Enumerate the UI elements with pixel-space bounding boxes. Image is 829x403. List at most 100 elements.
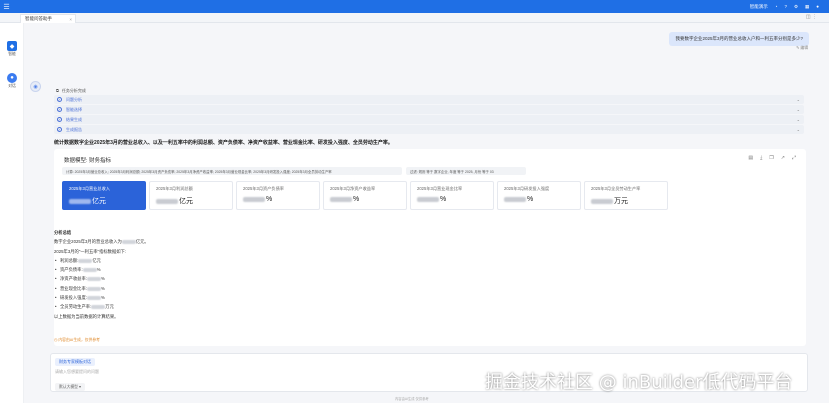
list-item: 营业现金比率:% (54, 284, 254, 294)
step-label: 结果生成 (66, 116, 82, 122)
bot-avatar-icon: ◉ (30, 81, 41, 92)
kpi-card[interactable]: 2025年3月利润总额亿元 (149, 181, 233, 210)
kpi-label: 2025年3月研发投入强度 (504, 186, 550, 191)
kpi-card[interactable]: 2025年3月资产负债率% (236, 181, 320, 210)
more-icon[interactable]: ⋮ (812, 14, 817, 20)
sidebar-item-label: 智能 (8, 52, 16, 56)
chevron-down-icon: ⌄ (796, 127, 800, 132)
analysis-line: 数字企业2025年3月的营业总收入为 亿元。 (54, 237, 254, 246)
metric-label: 营业现金比率: (60, 285, 87, 291)
check-icon: ✓ (57, 97, 62, 102)
ai-notice: ◷ 内容由AI生成，仅供参考 (54, 338, 100, 342)
kpi-card[interactable]: 2025年3月研发投入强度% (497, 181, 581, 210)
tab-label: 智能问答助手 (25, 16, 52, 21)
sidebar-item-brand[interactable]: ◆ 智能 (3, 41, 21, 57)
bell-icon[interactable]: ◔ (775, 4, 778, 9)
sidebar-item-chat[interactable]: ● 对话 (3, 73, 21, 89)
step-label: 生成报告 (66, 126, 82, 132)
sidebar: ◆ 智能 ● 对话 (0, 23, 24, 403)
pin-icon[interactable]: ◫ (806, 14, 811, 20)
tab-assistant[interactable]: 智能问答助手 × (20, 14, 76, 23)
card-toolbar: ▤ ⤓ ❐ ↗ ⤢ (748, 155, 796, 161)
kpi-value: % (243, 196, 313, 203)
kpi-unit: 亿元 (179, 198, 193, 205)
expand-icon[interactable]: ⤢ (792, 155, 796, 161)
kpi-value: % (417, 196, 487, 203)
kpi-card[interactable]: 2025年3月营业现金比率% (410, 181, 494, 210)
steps-header[interactable]: ⧉ 任务分析完成 (54, 86, 804, 95)
kpi-unit: 万元 (614, 198, 628, 205)
kpi-value: % (330, 196, 400, 203)
chat-input[interactable]: 请输入您想要提问的问题 (55, 369, 99, 375)
kpi-label: 2025年3月全员劳动生产率 (591, 186, 641, 191)
kpi-label: 2025年3月营业现金比率 (417, 186, 463, 191)
metric-unit: 亿元 (92, 257, 101, 263)
ai-notice-text: 内容由AI生成，仅供参考 (58, 338, 100, 342)
chevron-down-icon: ⌄ (796, 117, 800, 122)
steps-header-label: 任务分析完成 (61, 87, 86, 93)
list-item: 研发投入强度:% (54, 293, 254, 303)
metric-label: 利润总额: (60, 257, 79, 263)
kpi-unit: % (527, 196, 534, 203)
settings-icon[interactable]: ⚙ (794, 4, 798, 10)
kpi-row: 2025年3月营业总收入 亿元 2025年3月利润总额亿元 2025年3月资产负债… (62, 181, 668, 210)
task-icon: ⧉ (56, 88, 59, 93)
query-conditions: 计算: 2025年3月营业总收入; 2025年3月利润总额; 2025年3月资产… (62, 167, 798, 175)
edit-label: 编辑 (800, 46, 808, 50)
kpi-value: % (504, 196, 574, 203)
sidebar-item-label: 对话 (8, 84, 16, 88)
kpi-card[interactable]: 2025年3月全员劳动生产率万元 (584, 181, 668, 210)
kpi-unit: % (440, 196, 447, 203)
table-icon[interactable]: ▤ (748, 155, 753, 161)
metric-unit: % (100, 285, 105, 291)
chat-icon: ● (7, 73, 17, 83)
kpi-label: 2025年3月资产负债率 (243, 186, 284, 191)
grid-icon[interactable]: ▦ (805, 4, 809, 10)
step-item[interactable]: ✓ 结果生成 ⌄ (54, 115, 804, 124)
kpi-label: 2025年3月利润总额 (156, 186, 193, 191)
answer-summary: 统计数据数字企业2025年3月的营业总收入、以及一利五率中的利润总额、资产负债率… (54, 140, 393, 146)
step-label: 智能选择 (66, 106, 82, 112)
user-question: 我要数字企业2025年3月的营业总收入户和一利五率分别是多少? (669, 32, 809, 46)
step-item[interactable]: ✓ 生成报告 ⌄ (54, 125, 804, 134)
chevron-down-icon: ⌄ (796, 97, 800, 102)
filter-chip: 过滤: 规则 等于 数字企业, 年度 等于 2025, 月份 等于 03 (406, 167, 526, 175)
download-icon[interactable]: ⤓ (760, 155, 762, 161)
metric-label: 资产负债率: (60, 267, 83, 273)
analysis-section: 分析总结 数字企业2025年3月的营业总收入为 亿元。 2025年3月的"一利五率… (54, 228, 254, 321)
question-icon[interactable]: ? (784, 4, 787, 9)
kpi-unit: % (266, 196, 273, 203)
list-item: 净资产收益率:% (54, 274, 254, 284)
check-icon: ✓ (57, 107, 62, 112)
model-select[interactable]: 默认大模型 ▾ (55, 383, 85, 391)
user-name[interactable]: 智能演示 (750, 4, 768, 10)
card-title: 数据模型: 财务指标 (64, 158, 112, 164)
kpi-value: 万元 (591, 196, 661, 206)
check-icon: ✓ (57, 127, 62, 132)
metric-label: 净资产收益率: (60, 276, 87, 282)
edit-button[interactable]: ✎ 编辑 (796, 45, 808, 51)
kpi-card[interactable]: 2025年3月营业总收入 亿元 (62, 181, 146, 210)
list-item: 资产负债率:% (54, 265, 254, 275)
share-icon[interactable]: ↗ (781, 155, 785, 161)
metric-unit: % (100, 295, 105, 301)
metric-label: 研发投入强度: (60, 295, 87, 301)
kpi-card[interactable]: 2025年3月净资产收益率% (323, 181, 407, 210)
brand-icon: ◆ (7, 41, 17, 51)
avatar-icon[interactable]: ● (816, 4, 819, 9)
metric-label: 全员劳动生产率: (60, 304, 92, 310)
close-icon[interactable]: × (69, 17, 72, 22)
copy-icon[interactable]: ❐ (769, 155, 773, 161)
hamburger-icon[interactable]: ☰ (0, 0, 13, 13)
kpi-unit: 亿元 (92, 198, 106, 205)
step-item[interactable]: ✓ 智能选择 ⌄ (54, 105, 804, 114)
analysis-text: 数字企业2025年3月的营业总收入为 (54, 239, 122, 245)
kpi-unit: % (353, 196, 360, 203)
list-item: 利润总额: 亿元 (54, 256, 254, 266)
template-pill[interactable]: 财务专家模板对话 (55, 358, 95, 366)
top-bar: ☰ 智能演示 ◔ ? ⚙ ▦ ● (0, 0, 829, 13)
footer-note: 内容由AI生成 仅供参考 (395, 397, 429, 401)
step-item[interactable]: ✓ 问题分析 ⌄ (54, 95, 804, 104)
tab-bar: 智能问答助手 × (0, 13, 829, 23)
analysis-unit: 亿元。 (135, 239, 149, 245)
